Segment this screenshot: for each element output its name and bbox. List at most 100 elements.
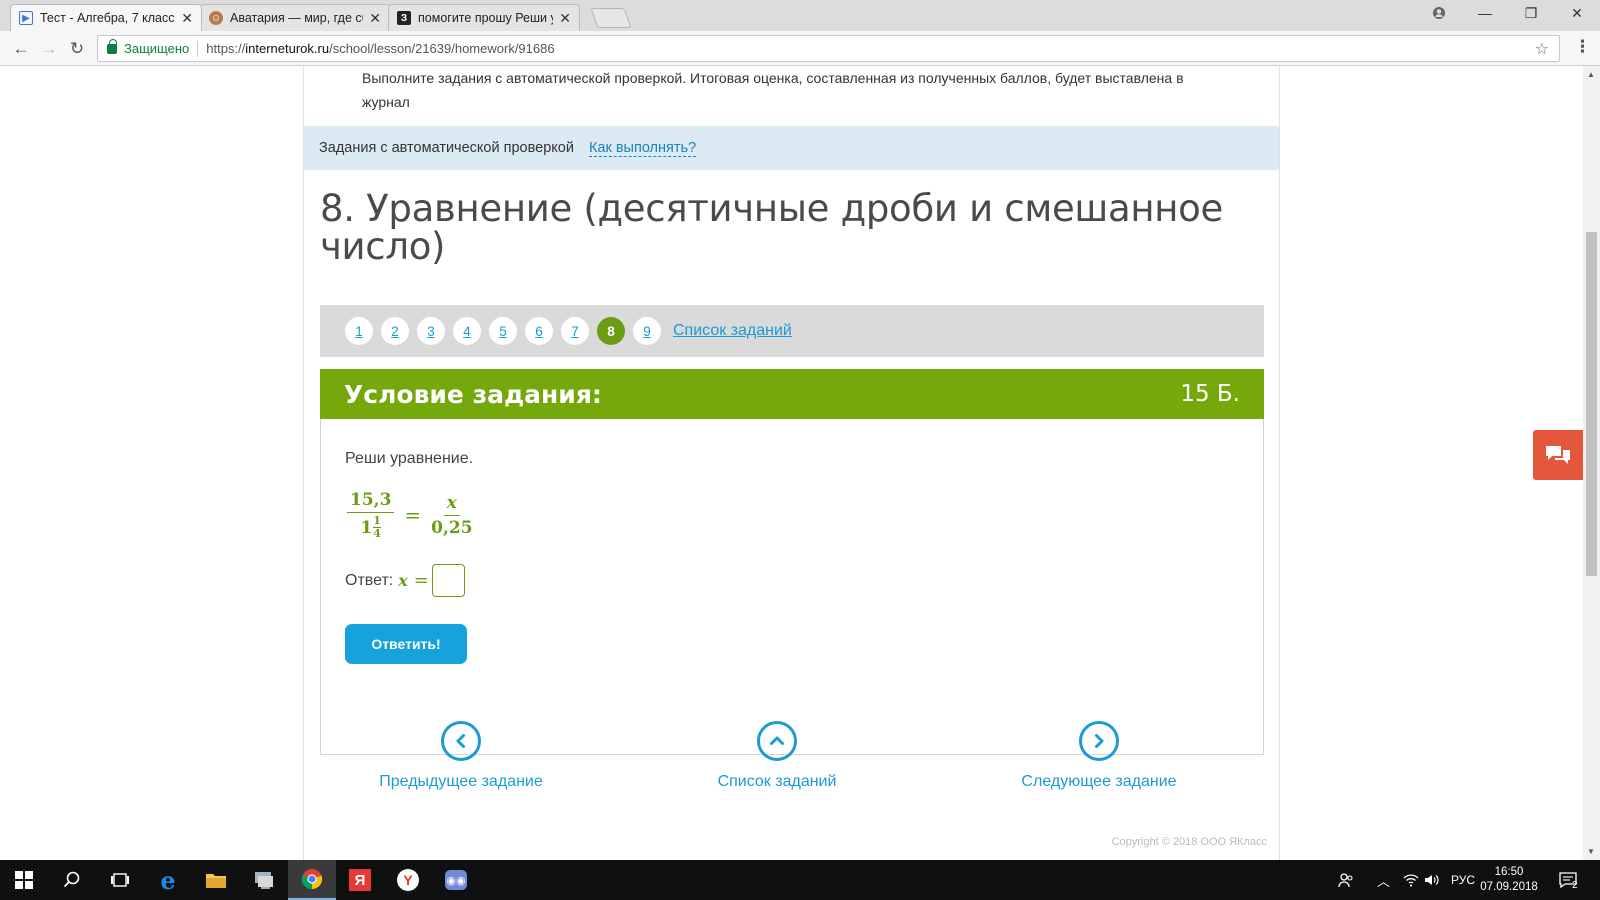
condition-header: Условие задания: 15 Б.	[320, 369, 1264, 419]
task-view-icon[interactable]	[96, 860, 144, 900]
next-task-link[interactable]: Следующее задание	[1014, 721, 1184, 791]
edge-browser-icon[interactable]: e	[144, 860, 192, 900]
notification-center-icon[interactable]: 2	[1558, 860, 1578, 900]
wifi-icon[interactable]	[1403, 860, 1419, 900]
mixed-fraction: 1 4	[373, 515, 381, 540]
task-list-link[interactable]: Список заданий	[673, 322, 792, 340]
search-icon[interactable]	[48, 860, 96, 900]
bookmark-star-icon[interactable]: ☆	[1535, 39, 1549, 59]
restore-icon[interactable]: ❐	[1508, 0, 1554, 26]
lock-icon	[107, 38, 117, 54]
close-window-icon[interactable]: ✕	[1554, 0, 1600, 26]
browser-tab-2[interactable]: ☺ Аватария — мир, где сбы... ✕	[200, 4, 390, 31]
task-list-nav-link[interactable]: Список заданий	[702, 721, 852, 791]
page-link-5[interactable]: 5	[489, 317, 517, 345]
system-clock[interactable]: 16:50 07.09.2018	[1478, 865, 1540, 895]
chat-bubbles-icon	[1546, 446, 1570, 464]
volume-icon[interactable]	[1424, 860, 1440, 900]
yandex-icon[interactable]: Я	[336, 860, 384, 900]
remote-desktop-icon[interactable]	[240, 860, 288, 900]
equals-sign: =	[404, 503, 422, 527]
scroll-up-icon[interactable]: ▲	[1587, 70, 1595, 79]
task-prompt: Реши уравнение.	[345, 450, 474, 467]
prev-task-label: Предыдущее задание	[379, 773, 543, 790]
answer-variable: x	[398, 571, 408, 590]
condition-title: Условие задания:	[344, 379, 602, 409]
znanija-icon: З	[397, 11, 411, 25]
new-tab-button[interactable]	[590, 8, 632, 28]
close-tab-icon[interactable]: ✕	[181, 10, 193, 27]
equation: 15,3 1 1 4 = x 0,25	[345, 481, 475, 549]
avatar-icon: ☺	[209, 11, 223, 25]
answer-label: Ответ:	[345, 571, 394, 589]
file-explorer-icon[interactable]	[192, 860, 240, 900]
page-link-6[interactable]: 6	[525, 317, 553, 345]
chevron-up-icon	[757, 721, 797, 761]
windows-start-icon[interactable]	[0, 860, 48, 900]
address-toolbar: ← → ↻ Защищено https://interneturok.ru/s…	[0, 31, 1600, 66]
url-prefix: https://	[206, 41, 246, 56]
discord-icon[interactable]: ◉◉	[432, 860, 480, 900]
browser-tab-3[interactable]: З помогите прошу Реши у... ✕	[388, 4, 580, 31]
chat-button[interactable]	[1533, 430, 1583, 480]
page-link-8-current[interactable]: 8	[597, 317, 625, 345]
page-viewport: Выполните задания с автоматической прове…	[0, 66, 1583, 860]
browser-tab-1[interactable]: ▶ Тест - Алгебра, 7 класс, ... ✕	[10, 4, 202, 31]
scroll-thumb[interactable]	[1586, 232, 1597, 576]
tab-title: Аватария — мир, где сбы...	[230, 11, 363, 25]
close-tab-icon[interactable]: ✕	[559, 10, 571, 27]
answer-input[interactable]	[431, 564, 465, 597]
right-numerator: x	[443, 493, 460, 516]
back-arrow-icon[interactable]: ←	[10, 38, 32, 60]
profile-icon[interactable]	[1416, 0, 1462, 26]
right-fraction: x 0,25	[431, 493, 472, 538]
intro-text: Выполните задания с автоматической прове…	[362, 70, 1184, 110]
page-link-2[interactable]: 2	[381, 317, 409, 345]
clock-date: 07.09.2018	[1480, 881, 1538, 893]
mixed-whole: 1	[360, 517, 373, 538]
page-link-7[interactable]: 7	[561, 317, 589, 345]
mixed-denominator: 4	[373, 527, 381, 540]
browser-menu-icon[interactable]: ⋮	[1574, 37, 1591, 57]
url-text[interactable]: https://interneturok.ru/school/lesson/21…	[206, 41, 554, 56]
url-path: /school/lesson/21639/homework/91686	[329, 41, 555, 56]
browser-tab-bar: ▶ Тест - Алгебра, 7 класс, ... ✕ ☺ Авата…	[0, 0, 1600, 31]
left-fraction: 15,3 1 1 4	[347, 490, 395, 540]
answer-equals: =	[413, 570, 429, 591]
page-scrollbar[interactable]: ▲ ▼	[1583, 66, 1600, 860]
task-list-label: Список заданий	[717, 773, 837, 790]
reload-icon[interactable]: ↻	[66, 38, 88, 60]
tab-title: помогите прошу Реши у...	[418, 11, 554, 25]
page-link-1[interactable]: 1	[345, 317, 373, 345]
address-bar[interactable]: Защищено https://interneturok.ru/school/…	[97, 35, 1560, 62]
how-to-link[interactable]: Как выполнять?	[588, 140, 697, 157]
minimize-icon[interactable]: —	[1462, 0, 1508, 26]
chrome-icon[interactable]	[288, 860, 336, 900]
clock-time: 16:50	[1494, 866, 1524, 878]
left-denominator: 1 1 4	[360, 513, 381, 540]
notification-count: 2	[1572, 879, 1578, 891]
answer-row: Ответ: x =	[345, 564, 465, 597]
next-task-label: Следующее задание	[1021, 773, 1177, 790]
right-denominator: 0,25	[431, 517, 473, 538]
chevron-up-tray-icon[interactable]: ︿	[1377, 860, 1390, 900]
yandex-browser-icon[interactable]: Y	[384, 860, 432, 900]
auto-check-strip: Задания с автоматической проверкой Как в…	[304, 126, 1279, 170]
prev-task-link[interactable]: Предыдущее задание	[376, 721, 546, 791]
close-tab-icon[interactable]: ✕	[369, 10, 381, 27]
task-pager: 1 2 3 4 5 6 7 8 9 Список заданий	[320, 305, 1264, 357]
page-link-4[interactable]: 4	[453, 317, 481, 345]
people-icon[interactable]	[1338, 860, 1354, 900]
windows-taskbar: e Я Y ◉◉ ︿ РУС 16:50 07.09.2018 2	[0, 860, 1600, 900]
forward-arrow-icon[interactable]: →	[38, 38, 60, 60]
submit-answer-button[interactable]: Ответить!	[345, 624, 467, 664]
language-indicator[interactable]: РУС	[1451, 860, 1475, 900]
chevron-left-icon	[441, 721, 481, 761]
play-icon: ▶	[19, 11, 33, 25]
page-link-9[interactable]: 9	[633, 317, 661, 345]
page-link-3[interactable]: 3	[417, 317, 445, 345]
scroll-down-icon[interactable]: ▼	[1587, 847, 1595, 856]
chevron-right-icon	[1079, 721, 1119, 761]
secure-label: Защищено	[124, 41, 190, 56]
tab-title: Тест - Алгебра, 7 класс, ...	[40, 11, 176, 25]
